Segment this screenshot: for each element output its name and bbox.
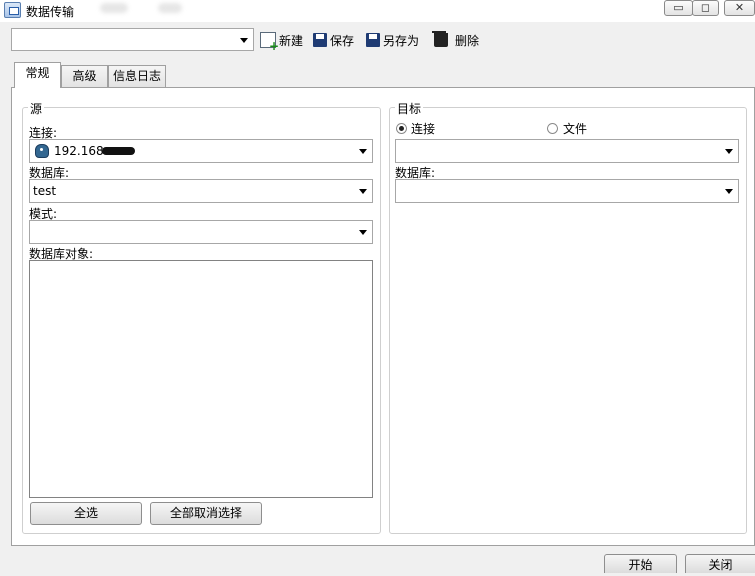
save-icon	[313, 33, 327, 47]
trash-icon	[432, 31, 448, 47]
target-group	[389, 107, 747, 534]
tab-advanced[interactable]: 高级	[61, 65, 108, 87]
minimize-button[interactable]: ▭	[664, 0, 693, 16]
save-as-icon	[366, 33, 380, 47]
new-button[interactable]: 新建	[260, 31, 304, 53]
target-title: 目标	[395, 100, 424, 117]
maximize-button[interactable]: ◻	[692, 0, 719, 16]
chevron-down-icon	[359, 189, 367, 194]
save-as-button[interactable]: 另存为	[366, 31, 419, 49]
chevron-down-icon	[359, 149, 367, 154]
source-connection-value: 192.168	[54, 144, 104, 158]
title-bar: 数据传输 ▭ ◻ ✕	[0, 0, 755, 22]
tab-general[interactable]: 常规	[14, 62, 61, 88]
delete-button[interactable]: 删除	[432, 31, 479, 49]
source-database-dropdown[interactable]: test	[29, 179, 373, 203]
chevron-down-icon	[725, 189, 733, 194]
target-connection-radio-label[interactable]: 连接	[411, 120, 435, 137]
source-schema-dropdown[interactable]	[29, 220, 373, 244]
deselect-all-button[interactable]: 全部取消选择	[150, 502, 262, 525]
window-title: 数据传输	[26, 5, 75, 19]
postgresql-elephant-icon	[35, 144, 49, 158]
chevron-down-icon	[240, 37, 248, 43]
blurred-title-text	[100, 3, 128, 13]
source-objects-list[interactable]	[29, 260, 373, 498]
target-connection-radio[interactable]	[396, 123, 407, 134]
save-button[interactable]: 保存	[313, 31, 354, 49]
delete-label: 删除	[455, 33, 480, 48]
redacted-text	[102, 147, 135, 155]
data-transfer-icon	[4, 2, 21, 18]
source-title: 源	[28, 100, 45, 117]
tab-log[interactable]: 信息日志	[108, 65, 166, 87]
close-button[interactable]: 关闭	[685, 554, 755, 573]
chevron-down-icon	[725, 149, 733, 154]
source-connection-dropdown[interactable]: 192.168	[29, 139, 373, 163]
select-all-button[interactable]: 全选	[30, 502, 142, 525]
new-label: 新建	[279, 33, 304, 48]
chevron-down-icon	[359, 230, 367, 235]
blurred-title-text	[158, 3, 182, 13]
close-window-button[interactable]: ✕	[724, 0, 755, 16]
save-as-label: 另存为	[383, 33, 420, 48]
new-file-icon	[260, 32, 279, 53]
source-database-value: test	[33, 184, 57, 198]
target-connection-dropdown[interactable]	[395, 139, 739, 163]
target-database-dropdown[interactable]	[395, 179, 739, 203]
profile-dropdown[interactable]	[11, 28, 254, 51]
start-button[interactable]: 开始	[604, 554, 677, 573]
target-file-radio-label[interactable]: 文件	[563, 120, 587, 137]
target-file-radio[interactable]	[547, 123, 558, 134]
save-label: 保存	[330, 33, 355, 48]
